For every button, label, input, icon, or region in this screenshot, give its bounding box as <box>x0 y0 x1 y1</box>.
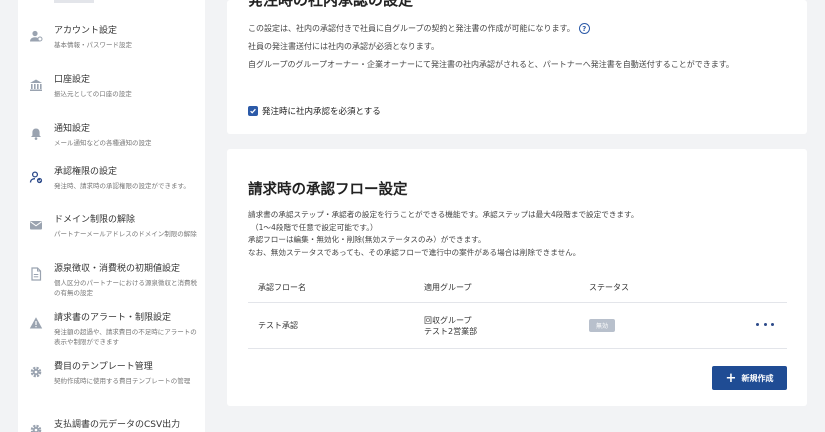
sidebar-item-label: 口座設定 <box>54 75 91 85</box>
order-approval-desc-line3: 自グループのグループオーナー・企業オーナーにて発注書の社内承認がされると、パート… <box>248 60 734 69</box>
order-approval-title: 発注時の社内承認の設定 <box>248 0 414 9</box>
sidebar-item-label: 承認権限の設定 <box>54 167 118 177</box>
account-icon <box>18 25 54 43</box>
column-header-group: 適用グループ <box>424 283 472 292</box>
document-icon <box>18 263 54 281</box>
group-name: 回収グループ <box>424 316 472 325</box>
sidebar-item-label: 通知設定 <box>54 124 91 134</box>
status-badge: 無効 <box>589 319 616 332</box>
settings-sidebar: アカウント設定 基本情報・パスワード設定 口座設定 振込元としての口座の設定 通… <box>18 0 205 432</box>
sidebar-item-desc: 基本情報・パスワード設定 <box>54 41 132 49</box>
sidebar-item-desc: 契約作成時に使用する費目テンプレートの管理 <box>54 377 191 385</box>
table-row[interactable]: テスト承認 回収グループ テスト2営業部 無効 <box>248 303 787 349</box>
check-icon <box>250 108 256 114</box>
group-cell: 回収グループ テスト2営業部 <box>424 315 477 337</box>
sidebar-item-approval-authority[interactable]: 承認権限の設定 発注時、請求時の承認権限の設定ができます。 <box>18 166 205 191</box>
flow-name-cell: テスト承認 <box>258 321 298 330</box>
group-name: テスト2営業部 <box>424 327 478 336</box>
sidebar-item-label: 源泉徴収・消費税の初期値設定 <box>54 264 181 274</box>
new-create-button-label: 新規作成 <box>741 373 774 383</box>
sidebar-item-withholding-tax[interactable]: 源泉徴収・消費税の初期値設定 個人区分のパートナーにおける源泉徴収と消費税の有無… <box>18 263 205 298</box>
warning-icon <box>18 312 54 330</box>
order-approval-desc-line2: 社員の発注書送付には社内の承認が必須となります。 <box>248 42 439 51</box>
sidebar-item-desc: 個人区分のパートナーにおける源泉徴収と消費税の有無の設定 <box>54 279 197 297</box>
sidebar-item-label: 費目のテンプレート管理 <box>54 362 153 372</box>
invoice-approval-flow-card: 請求時の承認フロー設定 請求書の承認ステップ・承認者の設定を行うことができる機能… <box>227 149 807 406</box>
require-approval-checkbox-label[interactable]: 発注時に社内承認を必須とする <box>262 105 381 117</box>
sidebar-item-desc: 発注時、請求時の承認権限の設定ができます。 <box>54 182 190 190</box>
bell-icon <box>18 123 54 141</box>
order-approval-card: 発注時の社内承認の設定 この設定は、社内の承認付きで社員に自グループの契約と発注… <box>227 0 807 134</box>
column-header-flow-name: 承認フロー名 <box>258 283 306 292</box>
description-line: なお、無効ステータスであっても、その承認フローで進行中の案件がある場合は削除でき… <box>248 247 581 257</box>
sidebar-item-csv-export[interactable]: 支払調書の元データのCSV出力 <box>18 419 205 432</box>
sidebar-item-desc: パートナーメールアドレスのドメイン制限の解除 <box>54 230 197 238</box>
sidebar-item-desc: 振込元としての口座の設定 <box>54 90 132 98</box>
sidebar-item-desc: メール通知などの各種通知の設定 <box>54 139 152 147</box>
help-icon[interactable]: ? <box>578 23 590 34</box>
sidebar-item-desc: 発注額の超過や、請求費目の不足時にアラートの表示や制限ができます <box>54 328 197 346</box>
mail-icon <box>18 214 54 232</box>
column-header-status: ステータス <box>589 283 629 292</box>
require-approval-checkbox[interactable] <box>248 106 258 116</box>
sidebar-item-label: ドメイン制限の解除 <box>54 215 136 225</box>
table-header: 承認フロー名 適用グループ ステータス <box>248 275 787 303</box>
approval-flow-table: 承認フロー名 適用グループ ステータス テスト承認 回収グループ テスト2営業部… <box>248 275 787 349</box>
description-line: （1〜4段階で任意で設定可能です。） <box>251 222 378 232</box>
gear-icon <box>18 361 54 379</box>
require-approval-checkbox-row[interactable]: 発注時に社内承認を必須とする <box>248 105 381 117</box>
new-create-button[interactable]: + 新規作成 <box>712 366 787 390</box>
description-line: 承認フローは編集・無効化・削除(無効ステータスのみ）ができます。 <box>248 235 486 244</box>
plus-icon: + <box>725 370 737 386</box>
sidebar-item-label: アカウント設定 <box>54 26 118 36</box>
description-line: 請求書の承認ステップ・承認者の設定を行うことができる機能です。承認ステップは最大… <box>248 210 639 219</box>
sidebar-item-invoice-alert[interactable]: 請求書のアラート・制限設定 発注額の超過や、請求費目の不足時にアラートの表示や制… <box>18 312 205 347</box>
sidebar-item-account[interactable]: アカウント設定 基本情報・パスワード設定 <box>18 25 205 50</box>
gear-icon <box>18 419 54 432</box>
sidebar-top-divider <box>54 0 94 3</box>
order-approval-desc-text: この設定は、社内の承認付きで社員に自グループの契約と発注書の作成が可能になります… <box>248 24 575 33</box>
sidebar-item-expense-template[interactable]: 費目のテンプレート管理 契約作成時に使用する費目テンプレートの管理 <box>18 361 205 386</box>
more-options-icon[interactable] <box>756 317 774 331</box>
invoice-approval-flow-title: 請求時の承認フロー設定 <box>248 182 408 198</box>
sidebar-item-domain-restriction[interactable]: ドメイン制限の解除 パートナーメールアドレスのドメイン制限の解除 <box>18 214 205 239</box>
sidebar-item-label: 支払調書の元データのCSV出力 <box>54 420 181 430</box>
bank-icon <box>18 74 54 92</box>
sidebar-item-bank[interactable]: 口座設定 振込元としての口座の設定 <box>18 74 205 99</box>
order-approval-desc-line1: この設定は、社内の承認付きで社員に自グループの契約と発注書の作成が可能になります… <box>248 23 590 35</box>
invoice-approval-flow-description: 請求書の承認ステップ・承認者の設定を行うことができる機能です。承認ステップは最大… <box>248 209 793 259</box>
user-check-icon <box>18 166 54 184</box>
sidebar-item-notification[interactable]: 通知設定 メール通知などの各種通知の設定 <box>18 123 205 148</box>
sidebar-item-label: 請求書のアラート・制限設定 <box>54 313 172 323</box>
